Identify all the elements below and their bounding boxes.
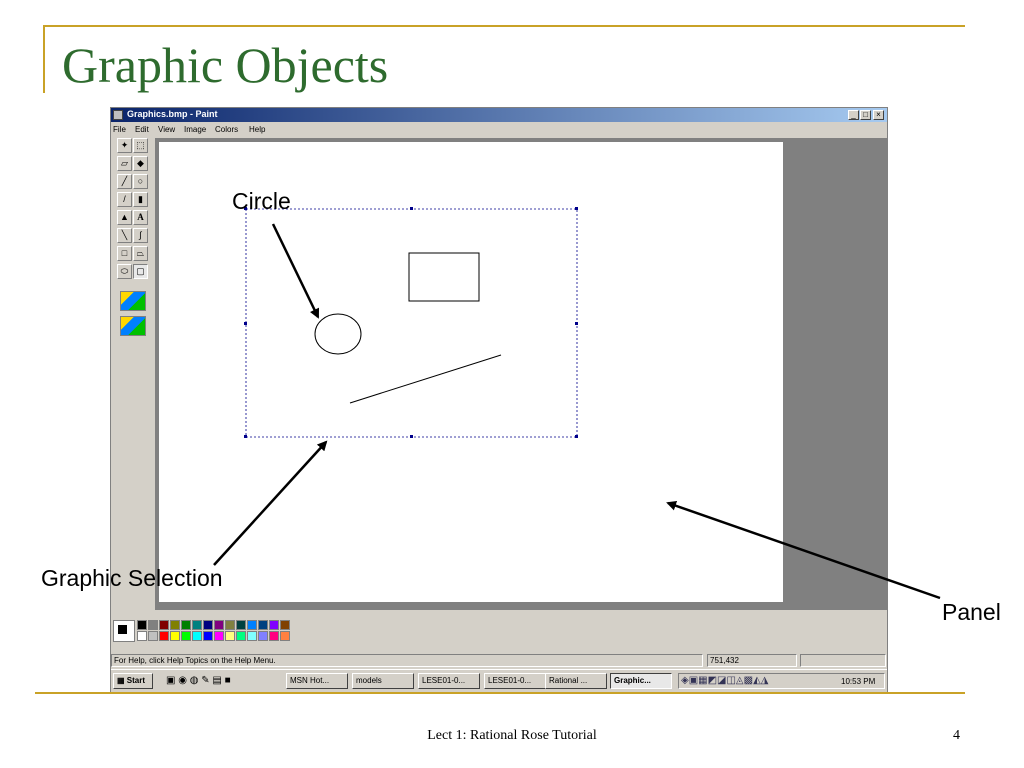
palette-swatch[interactable] (137, 620, 147, 630)
palette-swatch[interactable] (170, 631, 180, 641)
current-colors[interactable] (113, 620, 135, 642)
text-tool[interactable]: A (133, 210, 148, 225)
palette-swatch[interactable] (247, 631, 257, 641)
start-button[interactable]: ▦ Start (113, 673, 153, 689)
selection-handles (244, 207, 578, 438)
palette-swatch[interactable] (192, 620, 202, 630)
title-bar[interactable]: Graphics.bmp - Paint _ □ × (111, 108, 887, 122)
palette-swatch[interactable] (269, 631, 279, 641)
drawn-circle (314, 313, 362, 355)
toolbox: ✦ ⬚ ▱ ◆ ╱ ○ / ▮ ▲ A ╲ ∫ □ ⏢ ⬭ ▢ (113, 138, 151, 343)
status-coordinates: 751,432 (707, 654, 797, 667)
drawn-rectangle (408, 252, 480, 302)
selection-rectangle (245, 208, 578, 438)
palette-swatch[interactable] (181, 631, 191, 641)
palette-swatch[interactable] (203, 631, 213, 641)
palette-swatch[interactable] (159, 631, 169, 641)
palette-swatch[interactable] (236, 631, 246, 641)
accent-bar-vertical (43, 25, 45, 93)
rectangle-tool[interactable]: □ (117, 246, 132, 261)
palette-swatch[interactable] (236, 620, 246, 630)
callout-panel: Panel (942, 599, 1001, 625)
palette-swatch[interactable] (159, 620, 169, 630)
airbrush-tool[interactable]: ▲ (117, 210, 132, 225)
task-models[interactable]: models (352, 673, 414, 689)
task-lese01-a[interactable]: LESE01-0... (418, 673, 480, 689)
foreground-color (117, 624, 128, 635)
palette-swatch[interactable] (181, 620, 191, 630)
minimize-button[interactable]: _ (848, 110, 859, 120)
status-bar: For Help, click Help Topics on the Help … (111, 653, 887, 668)
palette-swatch[interactable] (192, 631, 202, 641)
palette-swatch[interactable] (137, 631, 147, 641)
polygon-tool[interactable]: ⏢ (133, 246, 148, 261)
palette-swatch[interactable] (148, 620, 158, 630)
task-graphics-paint[interactable]: Graphic... (610, 673, 672, 689)
magnifier-tool[interactable]: ○ (133, 174, 148, 189)
menu-bar: File Edit View Image Colors Help (111, 123, 887, 136)
accent-rule-bottom (35, 692, 965, 694)
palette-swatch[interactable] (225, 631, 235, 641)
fill-tool[interactable]: ◆ (133, 156, 148, 171)
palette-swatch[interactable] (225, 620, 235, 630)
window-title: Graphics.bmp - Paint (127, 109, 218, 119)
menu-colors[interactable]: Colors (215, 125, 238, 134)
callout-graphic-selection: Graphic Selection (41, 565, 223, 591)
transparent-option-icon[interactable] (120, 316, 146, 336)
pencil-tool[interactable]: / (117, 192, 132, 207)
windows-logo-icon: ▦ (117, 676, 125, 685)
palette-swatch[interactable] (148, 631, 158, 641)
palette-swatch[interactable] (247, 620, 257, 630)
status-size (800, 654, 886, 667)
select-tool[interactable]: ⬚ (133, 138, 148, 153)
system-tray: ◈▣▦◩◪◫◬▩◭◮ 10:53 PM (678, 673, 885, 689)
color-palette (111, 618, 887, 648)
palette-swatch[interactable] (280, 620, 290, 630)
menu-file[interactable]: File (113, 125, 126, 134)
page-number: 4 (953, 728, 960, 743)
menu-image[interactable]: Image (184, 125, 206, 134)
curve-tool[interactable]: ∫ (133, 228, 148, 243)
palette-swatch[interactable] (258, 631, 268, 641)
menu-help[interactable]: Help (249, 125, 265, 134)
tray-clock: 10:53 PM (841, 677, 876, 686)
task-lese01-b[interactable]: LESE01-0... (484, 673, 546, 689)
tray-icons[interactable]: ◈▣▦◩◪◫◬▩◭◮ (681, 675, 768, 686)
palette-swatch[interactable] (214, 620, 224, 630)
palette-swatch[interactable] (258, 620, 268, 630)
close-button[interactable]: × (873, 110, 884, 120)
task-msn-hotmail[interactable]: MSN Hot... (286, 673, 348, 689)
maximize-button[interactable]: □ (860, 110, 871, 120)
brush-tool[interactable]: ▮ (133, 192, 148, 207)
callout-circle: Circle (232, 188, 291, 214)
rounded-rectangle-tool[interactable]: ▢ (133, 264, 148, 279)
palette-swatch[interactable] (269, 620, 279, 630)
palette-swatch[interactable] (214, 631, 224, 641)
accent-rule-top (43, 25, 965, 27)
free-select-tool[interactable]: ✦ (117, 138, 132, 153)
pick-color-tool[interactable]: ╱ (117, 174, 132, 189)
palette-swatch[interactable] (170, 620, 180, 630)
paint-window: Graphics.bmp - Paint _ □ × File Edit Vie… (110, 107, 888, 692)
drawn-line (349, 354, 502, 404)
taskbar: ▦ Start ▣ ◉ ◍ ✎ ▤ ■ MSN Hot... models LE… (111, 669, 887, 692)
status-help-text: For Help, click Help Topics on the Help … (111, 654, 703, 667)
paint-app-icon (113, 110, 123, 120)
menu-view[interactable]: View (158, 125, 175, 134)
opaque-option-icon[interactable] (120, 291, 146, 311)
slide-footer: Lect 1: Rational Rose Tutorial (427, 728, 597, 743)
palette-swatch[interactable] (203, 620, 213, 630)
quick-launch-icons[interactable]: ▣ ◉ ◍ ✎ ▤ ■ (166, 675, 231, 686)
start-label: Start (126, 676, 146, 685)
line-tool[interactable]: ╲ (117, 228, 132, 243)
task-rational[interactable]: Rational ... (545, 673, 607, 689)
eraser-tool[interactable]: ▱ (117, 156, 132, 171)
palette-swatch[interactable] (280, 631, 290, 641)
ellipse-tool[interactable]: ⬭ (117, 264, 132, 279)
menu-edit[interactable]: Edit (135, 125, 149, 134)
slide-title: Graphic Objects (62, 37, 389, 93)
